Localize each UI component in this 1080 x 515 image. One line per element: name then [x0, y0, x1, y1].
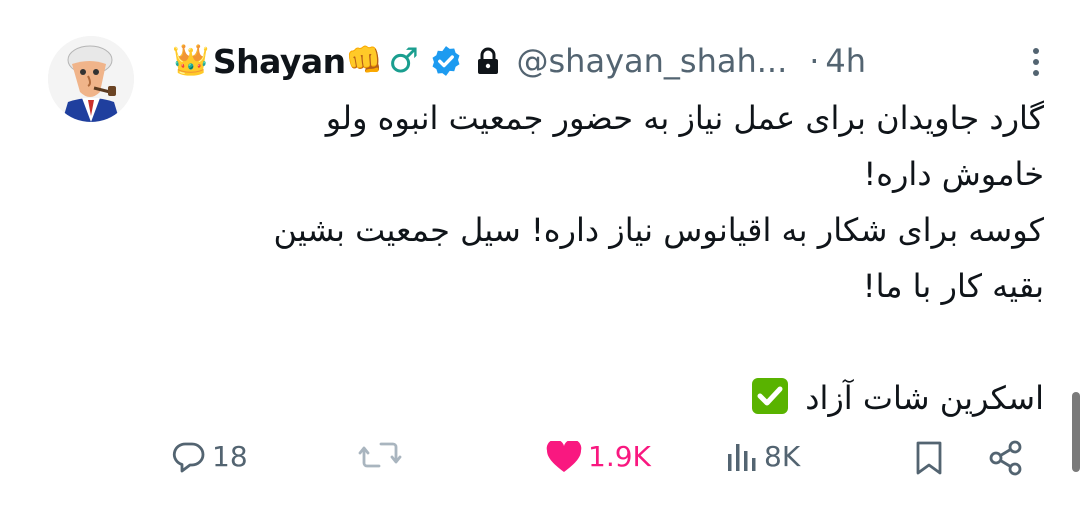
separator-dot: · [809, 42, 820, 80]
tweet-header: 👑 Shayan 👊 ♂ @shayan_shah... · 4h [172, 36, 1042, 86]
verified-badge-icon[interactable] [429, 44, 463, 78]
tweet-text: گارد جاویدان برای عمل نیاز به حضور جمعیت… [172, 90, 1044, 426]
tweet-text-line: گارد جاویدان برای عمل نیاز به حضور جمعیت… [325, 99, 1044, 137]
reply-button[interactable]: 18 [172, 440, 248, 473]
male-symbol: ♂ [388, 41, 419, 81]
reply-count: 18 [212, 440, 248, 473]
avatar-caricature-image [48, 36, 134, 122]
tweet-text-blank-line [172, 314, 1044, 370]
more-options-icon[interactable] [1030, 42, 1042, 82]
bookmark-button[interactable] [914, 440, 944, 476]
tweet-text-line: خاموش داره! [863, 155, 1044, 193]
crown-emoji: 👑 [172, 43, 209, 78]
tweet-action-bar: 18 1.9K 8K [172, 436, 1032, 484]
views-button[interactable]: 8K [726, 440, 800, 473]
scrollbar[interactable] [1072, 392, 1080, 472]
view-count: 8K [764, 440, 801, 473]
repost-icon [358, 442, 402, 468]
bookmark-icon [916, 441, 942, 475]
author-name-group[interactable]: 👑 Shayan 👊 ♂ [172, 41, 419, 81]
check-mark-emoji [751, 376, 789, 414]
heart-icon [546, 440, 582, 472]
tweet-text-line: کوسه برای شکار به اقیانوس نیاز داره! سیل… [273, 211, 1044, 249]
tweet-text-line: اسکرین شات آزاد [805, 379, 1044, 417]
share-icon [989, 440, 1022, 476]
fist-emoji: 👊 [345, 43, 383, 78]
share-button[interactable] [988, 440, 1024, 476]
lock-icon [475, 46, 501, 76]
like-button[interactable]: 1.9K [546, 440, 651, 473]
like-count: 1.9K [588, 440, 651, 473]
views-chart-icon [728, 443, 756, 471]
repost-button[interactable] [358, 440, 408, 470]
avatar[interactable] [48, 36, 134, 122]
author-name[interactable]: Shayan [213, 42, 346, 81]
author-handle[interactable]: @shayan_shah... [517, 42, 788, 80]
reply-icon [172, 442, 205, 472]
tweet-timestamp[interactable]: 4h [825, 42, 866, 80]
tweet-text-line: بقیه کار با ما! [862, 267, 1044, 305]
tweet-text-line-last: اسکرین شات آزاد [172, 370, 1044, 426]
